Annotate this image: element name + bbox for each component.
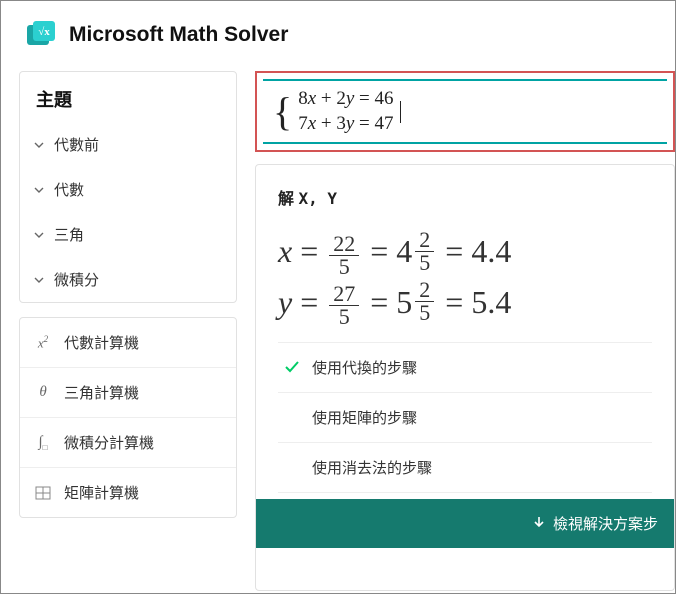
matrix-icon xyxy=(34,484,52,502)
step-label: 使用代換的步驟 xyxy=(312,357,417,378)
topic-item-prealgebra[interactable]: 代數前 xyxy=(20,122,236,167)
equation-line-1: 8x + 2y = 46 xyxy=(298,88,393,109)
theta-icon: θ xyxy=(34,384,52,402)
step-elimination[interactable]: 使用消去法的步驟 xyxy=(278,443,652,493)
result-heading: 解 X, Y xyxy=(278,185,652,209)
topic-label: 代數 xyxy=(54,179,84,200)
solution-display: x = 225 = 425 = 4.4 y = 275 = 525 = 5.4 xyxy=(278,223,652,341)
topic-label: 代數前 xyxy=(54,134,99,155)
topic-label: 三角 xyxy=(54,224,84,245)
arrow-down-icon xyxy=(533,515,545,532)
topic-item-calculus[interactable]: 微積分 xyxy=(20,257,236,302)
calc-item-matrix[interactable]: 矩陣計算機 xyxy=(20,467,236,517)
app-title: Microsoft Math Solver xyxy=(69,23,288,47)
topics-heading: 主題 xyxy=(20,72,236,122)
header: √x Microsoft Math Solver xyxy=(1,1,675,71)
calc-label: 矩陣計算機 xyxy=(64,482,139,503)
view-steps-button[interactable]: 檢視解決方案步 xyxy=(256,499,674,548)
calc-label: 微積分計算機 xyxy=(64,432,154,453)
equation-system: 8x + 2y = 46 7x + 3y = 47 xyxy=(298,87,393,136)
equation-input-box[interactable]: { 8x + 2y = 46 7x + 3y = 47 xyxy=(255,71,675,152)
step-label: 使用消去法的步驟 xyxy=(312,457,432,478)
algebra-icon: x2 xyxy=(34,334,52,352)
step-substitution[interactable]: 使用代換的步驟 xyxy=(278,343,652,393)
app-logo-icon: √x xyxy=(25,19,57,51)
chevron-down-icon xyxy=(34,275,44,285)
chevron-down-icon xyxy=(34,185,44,195)
chevron-down-icon xyxy=(34,230,44,240)
calculators-panel: x2 代數計算機 θ 三角計算機 ∫□ 微積分計算機 矩陣計算機 xyxy=(19,317,237,518)
text-cursor xyxy=(400,101,401,123)
integral-icon: ∫□ xyxy=(34,434,52,452)
topic-item-algebra[interactable]: 代數 xyxy=(20,167,236,212)
steps-list: 使用代換的步驟 使用矩陣的步驟 使用消去法的步驟 xyxy=(278,342,652,493)
topics-panel: 主題 代數前 代數 三角 微積分 xyxy=(19,71,237,303)
calc-item-algebra[interactable]: x2 代數計算機 xyxy=(20,318,236,367)
main-area: { 8x + 2y = 46 7x + 3y = 47 解 X, Y x = 2… xyxy=(255,71,675,591)
calc-label: 三角計算機 xyxy=(64,382,139,403)
equation-line-2: 7x + 3y = 47 xyxy=(298,113,393,134)
calc-label: 代數計算機 xyxy=(64,332,139,353)
solution-x: x = 225 = 425 = 4.4 xyxy=(278,227,652,277)
chevron-down-icon xyxy=(34,140,44,150)
calc-item-calculus[interactable]: ∫□ 微積分計算機 xyxy=(20,417,236,467)
sidebar: 主題 代數前 代數 三角 微積分 xyxy=(19,71,237,591)
step-label: 使用矩陣的步驟 xyxy=(312,407,417,428)
topic-item-trig[interactable]: 三角 xyxy=(20,212,236,257)
check-icon xyxy=(284,359,300,375)
topic-label: 微積分 xyxy=(54,269,99,290)
result-heading-prefix: 解 xyxy=(278,191,298,208)
solution-y: y = 275 = 525 = 5.4 xyxy=(278,278,652,328)
step-matrix[interactable]: 使用矩陣的步驟 xyxy=(278,393,652,443)
svg-text:√x: √x xyxy=(38,26,50,38)
result-card: 解 X, Y x = 225 = 425 = 4.4 y = 275 = 525… xyxy=(255,164,675,591)
calc-item-trig[interactable]: θ 三角計算機 xyxy=(20,367,236,417)
left-brace-icon: { xyxy=(273,92,292,132)
view-steps-label: 檢視解決方案步 xyxy=(553,513,658,534)
result-heading-vars: X, Y xyxy=(298,189,337,208)
